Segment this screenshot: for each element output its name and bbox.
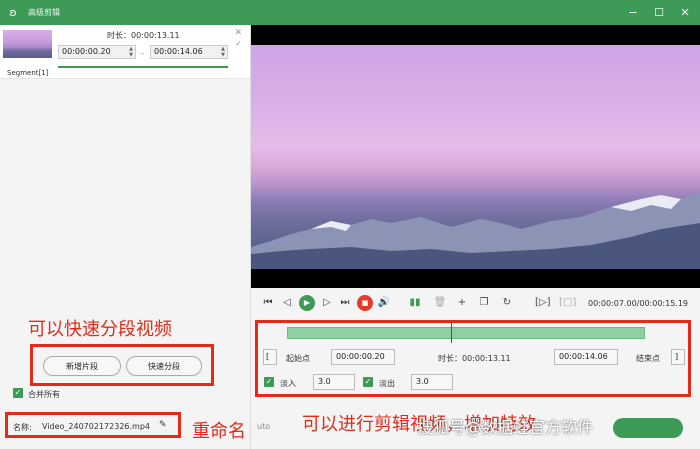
file-name-label: 名称: [13, 423, 32, 432]
timeline-track[interactable] [287, 327, 645, 339]
set-end-bracket-icon[interactable]: ] [671, 349, 685, 365]
fade-in-label: 淡入 [280, 379, 296, 388]
split-icon[interactable]: ▮▮ [408, 296, 422, 310]
record-stop-button[interactable]: ■ [357, 295, 373, 311]
maximize-button[interactable]: ☐ [652, 6, 666, 20]
segment-duration: 时长：00:00:13.11 [107, 31, 180, 40]
player-controls: ⏮ ◁ ▶ ▷ ⏭ ■ 🔊 ▮▮ 🗑 + ❐ ↻ [▷] [□] 00:00:0… [251, 288, 700, 318]
fade-out-label: 淡出 [379, 379, 395, 388]
segment-start-input[interactable]: 00:00:00.20 ▲ ▼ [58, 45, 136, 59]
edit-panel: [ 起始点 00:00:00.20 时长：00:00:13.11 00:00:1… [251, 318, 700, 449]
start-time-input[interactable]: 00:00:00.20 [331, 349, 395, 365]
app-logo-icon: ʚ [9, 6, 17, 19]
title-bar: ʚ 高级剪辑 − ☐ ✕ [0, 0, 700, 25]
video-frame [251, 45, 700, 269]
edit-duration: 时长：00:00:13.11 [438, 354, 511, 363]
file-name-value: Video_240702172326.mp4 [42, 422, 150, 431]
segment-card[interactable]: Segment[1] 时长：00:00:13.11 00:00:00.20 ▲ ▼… [0, 25, 250, 79]
segment-label: Segment[1] [7, 69, 49, 77]
delete-icon[interactable]: 🗑 [433, 296, 447, 310]
volume-icon[interactable]: 🔊 [377, 296, 391, 310]
add-icon[interactable]: + [455, 296, 469, 310]
segment-end-input[interactable]: 00:00:14.06 ▲ ▼ [150, 45, 228, 59]
fade-in-input[interactable]: 3.0 [313, 374, 355, 390]
reset-icon[interactable]: ↻ [500, 296, 514, 310]
merge-all-checkbox[interactable]: ✓ [13, 388, 23, 398]
segment-panel: Segment[1] 时长：00:00:13.11 00:00:00.20 ▲ ▼… [0, 25, 251, 449]
time-separator: - [141, 49, 144, 58]
close-button[interactable]: ✕ [678, 6, 692, 20]
skip-end-icon[interactable]: ⏭ [338, 296, 352, 310]
skip-start-icon[interactable]: ⏮ [261, 296, 275, 310]
quick-split-button[interactable]: 快速分段 [126, 356, 202, 376]
watermark-text: 搜狐号@数据蛙官方软件 [417, 418, 594, 437]
timeline-playhead[interactable] [451, 323, 452, 343]
step-forward-icon[interactable]: ▷ [320, 296, 334, 310]
set-start-bracket-icon[interactable]: [ [263, 349, 277, 365]
fade-out-checkbox[interactable]: ✓ [363, 377, 373, 387]
segment-check-icon[interactable]: ✓ [235, 39, 242, 48]
end-point-button[interactable]: 结束点 [636, 353, 660, 364]
minimize-button[interactable]: − [626, 6, 640, 20]
step-back-icon[interactable]: ◁ [280, 296, 294, 310]
mark-in-icon[interactable]: [▷] [535, 296, 551, 310]
playback-time: 00:00:07.00/00:00:15.19 [588, 299, 688, 308]
mountain-scene [251, 193, 700, 269]
start-point-button[interactable]: 起始点 [286, 353, 310, 364]
annotation-rename: 重命名 [192, 421, 246, 442]
fade-out-input[interactable]: 3.0 [411, 374, 453, 390]
export-button[interactable] [613, 418, 683, 438]
segment-progress-bar [58, 66, 228, 68]
segment-thumbnail[interactable] [3, 30, 52, 58]
spinner-arrows-icon[interactable]: ▲ ▼ [129, 46, 133, 58]
fade-in-checkbox[interactable]: ✓ [264, 377, 274, 387]
copy-icon[interactable]: ❐ [477, 296, 491, 310]
spinner-arrows-icon[interactable]: ▲ ▼ [221, 46, 225, 58]
edit-name-icon[interactable]: ✎ [159, 420, 167, 430]
play-button[interactable]: ▶ [299, 295, 315, 311]
video-preview[interactable] [251, 25, 700, 288]
mark-out-icon[interactable]: [□] [559, 296, 576, 310]
annotation-quick-split: 可以快速分段视频 [28, 319, 172, 340]
end-time-input[interactable]: 00:00:14.06 [554, 349, 618, 365]
delete-segment-icon[interactable]: ✕ [234, 28, 242, 38]
merge-all-label: 合并所有 [28, 390, 60, 399]
bottom-partial-label: uto [257, 422, 271, 431]
window-title: 高级剪辑 [28, 8, 60, 17]
new-segment-button[interactable]: 新增片段 [43, 356, 121, 376]
